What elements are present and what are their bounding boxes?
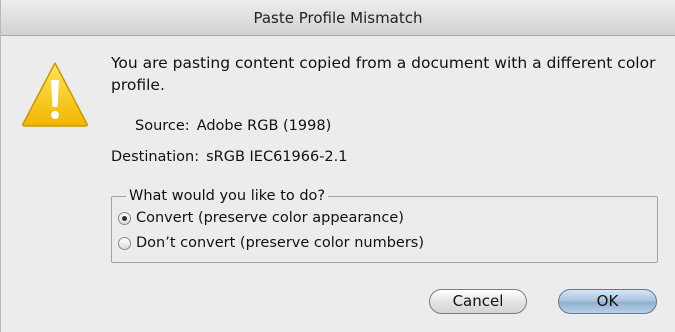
dont-convert-radio[interactable] bbox=[118, 236, 131, 250]
dialog-title: Paste Profile Mismatch bbox=[253, 9, 423, 27]
cancel-button[interactable]: Cancel bbox=[429, 289, 527, 314]
title-bar[interactable]: Paste Profile Mismatch bbox=[1, 0, 675, 36]
destination-row: Destination: sRGB IEC61966-2.1 bbox=[111, 149, 348, 165]
ok-button[interactable]: OK bbox=[558, 289, 657, 314]
source-row: Source: Adobe RGB (1998) bbox=[135, 118, 331, 134]
dont-convert-label[interactable]: Don’t convert (preserve color numbers) bbox=[136, 235, 424, 251]
convert-radio[interactable] bbox=[118, 211, 131, 225]
dont-convert-option[interactable]: Don’t convert (preserve color numbers) bbox=[118, 235, 424, 251]
destination-value: sRGB IEC61966-2.1 bbox=[206, 149, 348, 165]
source-label: Source: bbox=[135, 118, 190, 134]
warning-icon bbox=[22, 62, 88, 127]
destination-label: Destination: bbox=[111, 149, 200, 165]
convert-option[interactable]: Convert (preserve color appearance) bbox=[118, 210, 404, 226]
convert-label[interactable]: Convert (preserve color appearance) bbox=[136, 210, 404, 226]
source-value: Adobe RGB (1998) bbox=[196, 118, 332, 134]
options-legend: What would you like to do? bbox=[126, 186, 329, 206]
options-group: What would you like to do? Convert (pres… bbox=[111, 186, 658, 263]
dialog-message: You are pasting content copied from a do… bbox=[111, 54, 656, 94]
dialog-window: Paste Profile Mismatch You are pasting c… bbox=[0, 0, 675, 332]
